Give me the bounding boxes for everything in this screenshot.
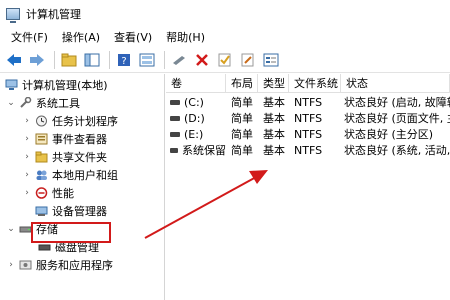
- tree-item-local-users[interactable]: › 本地用户和组: [22, 166, 118, 184]
- cell-filesystem: NTFS: [294, 127, 323, 141]
- tree-item-task-scheduler[interactable]: › 任务计划程序: [22, 112, 118, 130]
- column-header-filesystem[interactable]: 文件系统: [289, 74, 341, 93]
- window-title: 计算机管理: [26, 7, 81, 21]
- chevron-right-icon[interactable]: ›: [22, 188, 32, 198]
- table-row-volume[interactable]: 系统保留: [170, 142, 226, 158]
- cell-filesystem: NTFS: [294, 143, 323, 157]
- tree-item-system-tools[interactable]: ⌄ 系统工具: [6, 94, 80, 112]
- chevron-right-icon[interactable]: ›: [22, 116, 32, 126]
- volume-icon: [170, 131, 180, 137]
- column-header-type[interactable]: 类型: [258, 74, 289, 93]
- menu-file[interactable]: 文件(F): [4, 29, 55, 45]
- tools-icon: [19, 97, 32, 110]
- cell-type: 基本: [263, 96, 285, 109]
- navigation-tree: 计算机管理(本地) ⌄ 系统工具 › 任务计划程序 › 事件查看器 › 共享文件…: [0, 74, 165, 300]
- tree-label: 系统工具: [36, 97, 80, 110]
- chevron-down-icon[interactable]: ⌄: [6, 98, 16, 108]
- tree-item-performance[interactable]: › 性能: [22, 184, 74, 202]
- column-header-layout[interactable]: 布局: [226, 74, 258, 93]
- shared-folder-icon: [35, 151, 48, 164]
- cell-status: 状态良好 (启动, 故障转储: [344, 96, 450, 109]
- table-row-volume[interactable]: (E:): [170, 126, 226, 142]
- cell-status: 状态良好 (系统, 活动, 主分: [344, 144, 450, 157]
- table-row-volume[interactable]: (C:): [170, 94, 226, 110]
- tree-label: 事件查看器: [52, 133, 107, 146]
- toolbar-separator: [54, 50, 55, 69]
- cell-type: 基本: [263, 112, 285, 125]
- event-viewer-icon: [35, 133, 48, 146]
- chevron-right-icon[interactable]: ›: [22, 134, 32, 144]
- back-icon[interactable]: [4, 50, 24, 70]
- device-manager-icon: [35, 205, 48, 218]
- cell-volume: (D:): [184, 111, 205, 125]
- check-icon[interactable]: [215, 50, 235, 70]
- menu-bar: 文件(F) 操作(A) 查看(V) 帮助(H): [0, 27, 450, 47]
- performance-icon: [35, 187, 48, 200]
- help-icon[interactable]: ?: [114, 50, 134, 70]
- tree-label: 性能: [52, 187, 74, 200]
- title-bar: 计算机管理: [0, 0, 450, 27]
- connect-icon[interactable]: [169, 50, 189, 70]
- tree-item-services-apps[interactable]: › 服务和应用程序: [6, 256, 113, 274]
- cell-type: 基本: [263, 128, 285, 141]
- annotation-highlight-box: [31, 222, 111, 243]
- tree-label: 设备管理器: [52, 205, 107, 218]
- users-icon: [35, 169, 48, 182]
- tree-item-event-viewer[interactable]: › 事件查看器: [22, 130, 107, 148]
- delete-icon[interactable]: [192, 50, 212, 70]
- chevron-right-icon[interactable]: ›: [6, 260, 16, 270]
- tree-label: 计算机管理(本地): [22, 79, 108, 92]
- forward-icon[interactable]: [27, 50, 47, 70]
- show-hide-tree-icon[interactable]: [82, 50, 102, 70]
- cell-layout: 简单: [231, 112, 253, 125]
- cell-volume: (C:): [184, 95, 204, 109]
- tree-label: 服务和应用程序: [36, 259, 113, 272]
- menu-view[interactable]: 查看(V): [107, 29, 159, 45]
- edit-icon[interactable]: [238, 50, 258, 70]
- cell-layout: 简单: [231, 144, 253, 157]
- chevron-down-icon[interactable]: ⌄: [6, 224, 16, 234]
- tree-item-root[interactable]: 计算机管理(本地): [5, 76, 108, 94]
- up-folder-icon[interactable]: [59, 50, 79, 70]
- properties-icon[interactable]: [261, 50, 281, 70]
- toolbar-separator: [109, 50, 110, 69]
- cell-filesystem: NTFS: [294, 111, 323, 125]
- cell-volume: (E:): [184, 127, 204, 141]
- cell-status: 状态良好 (主分区): [344, 128, 434, 141]
- volume-icon: [170, 115, 180, 121]
- cell-layout: 简单: [231, 96, 253, 109]
- tree-label: 共享文件夹: [52, 151, 107, 164]
- tree-item-device-manager[interactable]: 设备管理器: [35, 202, 107, 220]
- clock-icon: [35, 115, 48, 128]
- tree-label: 任务计划程序: [52, 115, 118, 128]
- menu-help[interactable]: 帮助(H): [159, 29, 212, 45]
- column-header-volume[interactable]: 卷: [166, 74, 226, 93]
- computer-management-icon: [5, 79, 18, 92]
- chevron-right-icon[interactable]: ›: [22, 170, 32, 180]
- volume-icon: [170, 147, 178, 153]
- svg-text:?: ?: [121, 56, 126, 67]
- menu-action[interactable]: 操作(A): [55, 29, 107, 45]
- computer-management-icon: [6, 7, 20, 23]
- services-icon: [19, 259, 32, 272]
- column-header-status[interactable]: 状态: [341, 74, 450, 93]
- cell-type: 基本: [263, 144, 285, 157]
- tree-label: 本地用户和组: [52, 169, 118, 182]
- toolbar-separator: [164, 50, 165, 69]
- cell-filesystem: NTFS: [294, 95, 323, 109]
- table-row-volume[interactable]: (D:): [170, 110, 226, 126]
- console-icon[interactable]: [137, 50, 157, 70]
- tree-item-shared-folders[interactable]: › 共享文件夹: [22, 148, 107, 166]
- cell-status: 状态良好 (页面文件, 主分: [344, 112, 450, 125]
- cell-volume: 系统保留: [182, 144, 226, 157]
- volume-list: 卷 布局 类型 文件系统 状态 (C:) 简单 基本 NTFS 状态良好 (启动…: [166, 74, 450, 300]
- cell-layout: 简单: [231, 128, 253, 141]
- toolbar: ?: [0, 47, 450, 73]
- volume-icon: [170, 99, 180, 105]
- chevron-right-icon[interactable]: ›: [22, 152, 32, 162]
